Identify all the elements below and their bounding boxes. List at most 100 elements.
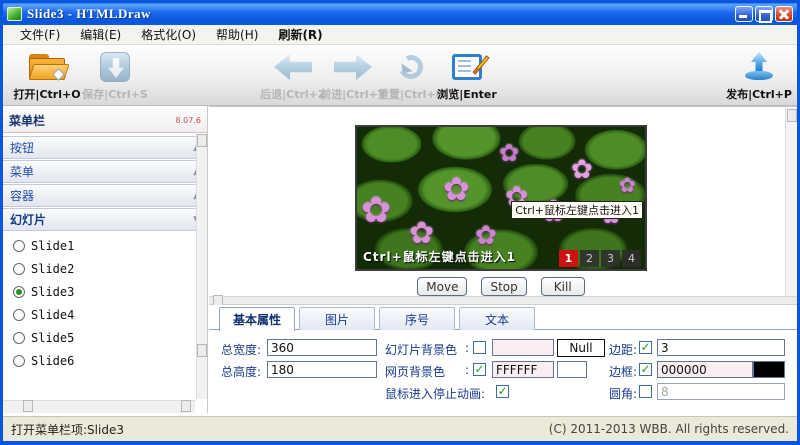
sidebar-horizontal-scrollbar[interactable] <box>3 400 195 413</box>
back-button[interactable]: 后退|Ctrl+Z <box>261 50 325 102</box>
null-button[interactable]: Null <box>557 339 605 357</box>
flower-icon: ✿ <box>443 173 470 205</box>
reset-icon <box>398 50 424 84</box>
menu-help[interactable]: 帮助(H) <box>207 24 267 45</box>
status-message: 打开菜单栏项:Slide3 <box>11 421 124 438</box>
preview-area: ✿ ✿ ✿ ✿ ✿ ✿ ✿ ✿ ✿ ✿ Ctrl+鼠标左键点击进入1 Ctrl+… <box>209 106 797 296</box>
scrollbar-thumb[interactable] <box>181 400 191 412</box>
scrollbar-thumb[interactable] <box>787 109 797 122</box>
total-height-input[interactable] <box>267 361 377 378</box>
window-title: Slide3 - HTMLDraw <box>27 6 151 22</box>
forward-arrow-icon <box>334 50 372 84</box>
forward-button[interactable]: 前进|Ctrl+Y <box>321 50 385 102</box>
flower-icon: ✿ <box>499 141 519 165</box>
check-icon: ✓ <box>474 363 484 375</box>
slide-item-3[interactable]: Slide3 <box>3 281 193 303</box>
pagination-item[interactable]: 3 <box>601 250 620 267</box>
preview-icon <box>452 50 482 84</box>
tab-basic-properties[interactable]: 基本属性 <box>219 307 295 331</box>
browse-button[interactable]: 浏览|Enter <box>435 50 499 102</box>
margin-checkbox[interactable]: ✓ <box>639 341 652 354</box>
page-bg-checkbox[interactable]: ✓ <box>473 363 486 376</box>
page-bg-swatch[interactable] <box>557 361 587 378</box>
page-bg-color-input[interactable] <box>492 361 554 378</box>
slide-bg-colon: : <box>465 341 469 355</box>
slide-preview-frame: ✿ ✿ ✿ ✿ ✿ ✿ ✿ ✿ ✿ ✿ Ctrl+鼠标左键点击进入1 Ctrl+… <box>355 125 647 271</box>
maximize-button[interactable] <box>755 6 773 22</box>
margin-input[interactable] <box>657 339 785 356</box>
stop-on-hover-label: 鼠标进入停止动画: <box>385 385 485 402</box>
radius-input[interactable] <box>657 383 785 400</box>
menu-file[interactable]: 文件(F) <box>11 24 69 45</box>
move-button[interactable]: Move <box>417 277 467 296</box>
publish-button[interactable]: 发布|Ctrl+P <box>727 50 791 102</box>
app-window: Slide3 - HTMLDraw 文件(F) 编辑(E) 格式化(O) 帮助(… <box>0 0 800 445</box>
radius-checkbox[interactable]: ✓ <box>639 385 652 398</box>
copyright-text: (C) 2011-2013 WBB. All rights reserved. <box>549 422 789 436</box>
slide-bg-color-input[interactable] <box>492 339 554 356</box>
slide-item-6[interactable]: Slide6 <box>3 350 193 372</box>
slide-item-1[interactable]: Slide1 <box>3 235 193 257</box>
pagination-item[interactable]: 1 <box>559 250 578 267</box>
border-color-input[interactable] <box>657 361 753 378</box>
tab-text[interactable]: 文本 <box>459 307 535 330</box>
page-bg-label: 网页背景色 <box>385 363 445 380</box>
border-checkbox[interactable]: ✓ <box>639 363 652 376</box>
close-button[interactable] <box>775 6 793 22</box>
slide-caption: Ctrl+鼠标左键点击进入1 <box>363 248 516 265</box>
sidebar-section-menus[interactable]: 菜单 ▲ <box>3 160 207 183</box>
sidebar-section-buttons[interactable]: 按钮 ▲ <box>3 136 207 159</box>
scrollbar-thumb[interactable] <box>23 400 33 412</box>
reset-button[interactable]: 重置|Ctrl+R <box>379 50 443 102</box>
flower-icon: ✿ <box>619 175 636 195</box>
radio-icon[interactable] <box>13 355 25 367</box>
stop-button[interactable]: Stop <box>481 277 526 296</box>
toolbar: 打开|Ctrl+O 保存|Ctrl+S 后退|Ctrl+Z 前进|Ctrl+Y … <box>3 45 797 106</box>
pagination-item[interactable]: 4 <box>622 250 641 267</box>
sidebar-section-containers[interactable]: 容器 ▲ <box>3 184 207 207</box>
menu-format[interactable]: 格式化(O) <box>132 24 205 45</box>
open-folder-icon <box>29 50 65 84</box>
panel-splitter[interactable] <box>209 296 797 305</box>
flower-icon: ✿ <box>409 219 434 249</box>
sidebar-vertical-scrollbar[interactable] <box>196 134 207 399</box>
flower-icon: ✿ <box>361 193 391 229</box>
scrollbar-thumb[interactable] <box>197 344 207 357</box>
total-width-label: 总宽度: <box>221 341 261 358</box>
open-button[interactable]: 打开|Ctrl+O <box>15 50 79 102</box>
app-icon <box>7 7 22 21</box>
flower-icon: ✿ <box>571 157 593 183</box>
sidebar: 菜单栏 8.07.6 按钮 ▲ 菜单 ▲ 容器 ▲ 幻灯片 ▼ Slide1 S… <box>3 106 208 413</box>
kill-button[interactable]: Kill <box>541 277 585 296</box>
slide-item-4[interactable]: Slide4 <box>3 304 193 326</box>
minimize-button[interactable] <box>735 6 753 22</box>
radio-icon[interactable] <box>13 309 25 321</box>
slide-tooltip: Ctrl+鼠标左键点击进入1 <box>511 201 643 219</box>
sidebar-header: 菜单栏 8.07.6 <box>3 109 207 133</box>
menu-bar: 文件(F) 编辑(E) 格式化(O) 帮助(H) 刷新(R) <box>3 25 797 45</box>
radio-icon[interactable] <box>13 263 25 275</box>
radius-label: 圆角: <box>609 385 637 402</box>
scrollbar-thumb[interactable] <box>197 134 207 147</box>
sidebar-title: 菜单栏 <box>9 112 45 129</box>
pagination-item[interactable]: 2 <box>580 250 599 267</box>
total-height-label: 总高度: <box>221 363 261 380</box>
radio-icon[interactable] <box>13 286 25 298</box>
save-button[interactable]: 保存|Ctrl+S <box>83 50 147 102</box>
border-color-swatch[interactable] <box>753 361 785 378</box>
slide-item-5[interactable]: Slide5 <box>3 327 193 349</box>
menu-refresh[interactable]: 刷新(R) <box>269 24 331 45</box>
tab-index[interactable]: 序号 <box>379 307 455 330</box>
border-label: 边框: <box>609 363 637 380</box>
radio-icon[interactable] <box>13 332 25 344</box>
total-width-input[interactable] <box>267 339 377 356</box>
status-bar: 打开菜单栏项:Slide3 (C) 2011-2013 WBB. All rig… <box>3 416 797 441</box>
menu-edit[interactable]: 编辑(E) <box>71 24 130 45</box>
sidebar-section-slides[interactable]: 幻灯片 ▼ <box>3 208 207 231</box>
stop-on-hover-checkbox[interactable]: ✓ <box>496 385 509 398</box>
radio-icon[interactable] <box>13 240 25 252</box>
slide-item-2[interactable]: Slide2 <box>3 258 193 280</box>
tab-image[interactable]: 图片 <box>299 307 375 330</box>
slide-bg-checkbox[interactable]: ✓ <box>473 341 486 354</box>
preview-vertical-scrollbar[interactable] <box>785 107 797 296</box>
